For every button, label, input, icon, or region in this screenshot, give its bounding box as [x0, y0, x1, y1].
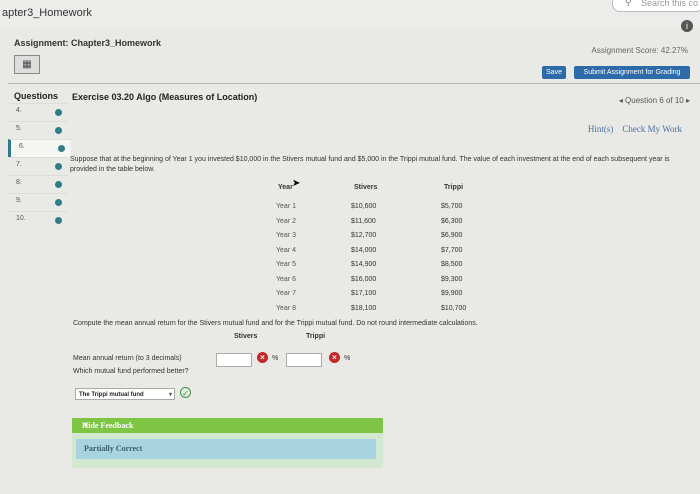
- table-cell: $6,900: [441, 232, 463, 239]
- submit-button[interactable]: Submit Assignment for Grading: [574, 66, 690, 79]
- window-title: apter3_Homework: [2, 7, 92, 19]
- table-cell: Year 4: [276, 246, 296, 254]
- stivers-col-header: Stivers: [234, 333, 258, 340]
- table-header: Trippi: [444, 184, 464, 191]
- table-cell: $10,700: [441, 304, 467, 312]
- table-cell: $12,700: [351, 232, 377, 239]
- question-item[interactable]: 8.: [8, 175, 68, 194]
- table-header: Year: [278, 184, 293, 191]
- save-button[interactable]: Save: [542, 66, 566, 79]
- question-nav[interactable]: ◂ Question 6 of 10 ▸: [619, 96, 690, 105]
- table-cell: $17,100: [351, 290, 377, 297]
- hint-link[interactable]: Hint(s): [588, 124, 614, 134]
- search-box[interactable]: ⚲ Search this co: [612, 0, 700, 12]
- table-cell: $11,600: [351, 217, 376, 225]
- trippi-col-header: Trippi: [306, 333, 326, 340]
- table-cell: $8,500: [441, 261, 463, 268]
- table-cell: $5,700: [441, 203, 463, 210]
- question-item[interactable]: 5.: [8, 121, 68, 140]
- table-cell: Year 7: [276, 290, 296, 297]
- feedback-status: Partially Correct: [76, 439, 376, 459]
- question-item[interactable]: 4.: [8, 103, 68, 122]
- info-icon[interactable]: i: [681, 20, 693, 32]
- stivers-answer-input[interactable]: [216, 353, 252, 367]
- incorrect-icon: ×: [257, 352, 268, 363]
- exercise-title: Exercise 03.20 Algo (Measures of Locatio…: [72, 92, 258, 102]
- percent-sign: %: [272, 355, 279, 362]
- table-cell: $16,000: [351, 275, 377, 283]
- status-icon: [55, 163, 62, 170]
- question-list: 4. 5. 6. 7. 8. 9. 10.: [8, 103, 71, 243]
- fund-select[interactable]: The Trippi mutual fund ▾: [75, 388, 175, 400]
- status-icon: [55, 181, 62, 188]
- problem-text: Suppose that at the beginning of Year 1 …: [70, 156, 670, 173]
- table-cell: Year 6: [276, 275, 296, 283]
- table-cell: $14,000: [351, 246, 377, 254]
- compute-instructions: Compute the mean annual return for the S…: [73, 320, 478, 327]
- question-item[interactable]: 7.: [8, 157, 68, 176]
- hide-feedback-bar[interactable]: Hide Feedback ▼: [72, 418, 383, 433]
- trippi-answer-input[interactable]: [286, 353, 322, 367]
- table-cell: $7,700: [441, 246, 463, 254]
- hint-links: Hint(s) Check My Work: [588, 124, 682, 134]
- which-fund-label: Which mutual fund performed better?: [73, 368, 189, 375]
- question-item-active[interactable]: 6.: [8, 139, 71, 158]
- table-cell: $9,300: [441, 275, 463, 283]
- calculator-icon[interactable]: ▦: [14, 55, 40, 74]
- assignment-score: Assignment Score: 42.27%: [591, 46, 689, 55]
- status-icon: [55, 199, 62, 206]
- status-icon: [55, 217, 62, 224]
- status-icon: [55, 109, 62, 116]
- status-icon: [58, 145, 65, 152]
- table-cell: $14,900: [351, 261, 377, 268]
- table-cell: Year 1: [276, 203, 296, 210]
- mouse-cursor: ➤: [292, 178, 301, 189]
- table-cell: $10,600: [351, 203, 377, 210]
- table-cell: Year 5: [276, 261, 296, 268]
- table-cell: $9,900: [441, 290, 463, 297]
- chevron-down-icon: ▾: [168, 392, 172, 398]
- table-cell: Year 3: [276, 232, 296, 239]
- mean-return-label: Mean annual return (to 3 decimals): [73, 355, 182, 362]
- table-cell: Year 2: [276, 217, 296, 225]
- title-bar: apter3_Homework ⚲ Search this co: [0, 0, 700, 28]
- incorrect-icon: ×: [329, 352, 340, 363]
- divider: [8, 83, 700, 84]
- correct-check-icon: ✓: [180, 387, 191, 398]
- collapse-icon: ▼: [82, 421, 89, 429]
- table-cell: $18,100: [351, 304, 377, 312]
- question-item[interactable]: 10.: [8, 211, 68, 230]
- check-work-link[interactable]: Check My Work: [622, 124, 682, 134]
- table-header: Stivers: [354, 184, 378, 191]
- questions-header: Questions: [14, 91, 59, 101]
- assignment-title: Assignment: Chapter3_Homework: [14, 38, 162, 48]
- status-icon: [55, 127, 62, 134]
- search-text: Search this co: [641, 0, 699, 8]
- search-icon: ⚲: [625, 0, 632, 7]
- percent-sign: %: [344, 355, 351, 362]
- table-cell: Year 8: [276, 304, 296, 312]
- question-item[interactable]: 9.: [8, 193, 68, 212]
- table-cell: $6,300: [441, 217, 463, 225]
